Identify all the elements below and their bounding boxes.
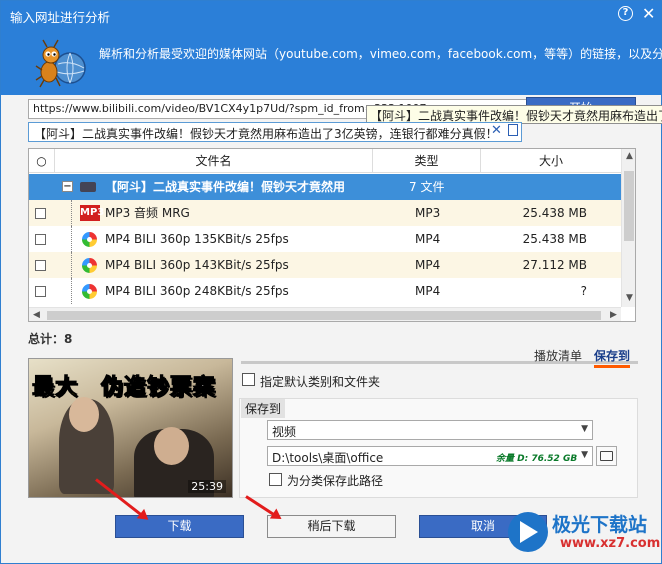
- file-name: MP3 音频 MRG: [105, 206, 190, 220]
- total-count: 总计：8: [28, 332, 73, 346]
- chevron-down-icon[interactable]: ▼: [581, 424, 588, 434]
- chevron-down-icon[interactable]: ▼: [581, 450, 588, 460]
- header-banner: 解析和分析最受欢迎的媒体网站（youtube.com，vimeo.com，fac…: [1, 29, 662, 95]
- file-name: MP4 BILI 360p 135KBit/s 25fps: [105, 232, 289, 246]
- file-list-table: ○ 文件名 类型 大小 − 【阿斗】二战真实事件改编！假钞天才竟然用 7 文件 …: [28, 148, 636, 322]
- file-size: 25.438 MB: [522, 232, 587, 246]
- file-size: 25.438 MB: [522, 206, 587, 220]
- thumbnail-headline: 最大 伪造钞票案: [31, 369, 216, 401]
- row-checkbox[interactable]: [35, 286, 46, 297]
- video-thumbnail: 最大 伪造钞票案 25:39: [28, 358, 233, 498]
- video-icon: [82, 258, 97, 273]
- download-button[interactable]: 下载: [115, 515, 244, 538]
- tree-line: [71, 278, 72, 304]
- file-size: ?: [580, 284, 587, 298]
- banner-description: 解析和分析最受欢迎的媒体网站（youtube.com，vimeo.com，fac…: [99, 47, 662, 61]
- specify-default-checkbox[interactable]: [242, 373, 255, 386]
- category-select[interactable]: 视频 ▼: [267, 420, 593, 440]
- browse-folder-button[interactable]: [596, 446, 617, 466]
- file-type: MP4: [415, 284, 441, 298]
- save-path-for-category-checkbox[interactable]: [269, 473, 282, 486]
- save-path-value: D:\tools\桌面\office: [272, 451, 384, 465]
- scroll-up-icon[interactable]: ▲: [622, 149, 635, 163]
- group-file-count: 7 文件: [409, 180, 445, 194]
- row-checkbox[interactable]: [35, 208, 46, 219]
- help-icon[interactable]: ?: [618, 6, 633, 21]
- tree-line: [71, 226, 72, 252]
- analyze-url-dialog: 输入网址进行分析 ? ✕ 解析和分析最受欢迎的媒体网站（youtube.com，…: [0, 0, 662, 564]
- file-size: 27.112 MB: [522, 258, 587, 272]
- table-row[interactable]: MP3 MP3 音频 MRG MP3 25.438 MB: [29, 200, 621, 226]
- thumbnail-figure: [154, 427, 189, 465]
- type-column-header[interactable]: 类型: [373, 149, 481, 173]
- window-title: 输入网址进行分析: [10, 10, 111, 25]
- title-bar: 输入网址进行分析 ? ✕: [1, 1, 661, 29]
- ant-logo-icon: [35, 39, 86, 88]
- watermark-url: www.xz7.com: [560, 536, 661, 551]
- download-later-button[interactable]: 稍后下载: [267, 515, 396, 538]
- tree-line: [71, 252, 72, 278]
- clear-title-icon[interactable]: ✕: [491, 123, 502, 138]
- save-path-select[interactable]: D:\tools\桌面\office 余量 D: 76.52 GB ▼: [267, 446, 593, 466]
- filename-column-header[interactable]: 文件名: [55, 149, 373, 173]
- scroll-right-icon[interactable]: ▶: [606, 308, 621, 321]
- computer-icon: [80, 182, 96, 192]
- annotation-arrow: [245, 495, 279, 519]
- file-name: MP4 BILI 360p 248KBit/s 25fps: [105, 284, 289, 298]
- group-name: 【阿斗】二战真实事件改编！假钞天才竟然用: [105, 180, 346, 194]
- table-header: ○ 文件名 类型 大小: [29, 149, 621, 173]
- close-icon[interactable]: ✕: [642, 4, 655, 23]
- watermark: 极光下载站 www.xz7.com: [508, 506, 662, 564]
- media-title-field[interactable]: 【阿斗】二战真实事件改编！假钞天才竟然用麻布造出了3亿英镑，连银行都难分真假！: [28, 122, 522, 142]
- video-icon: [82, 284, 97, 299]
- save-path-for-category-label: 为分类保存此路径: [287, 474, 384, 488]
- scroll-left-icon[interactable]: ◀: [29, 308, 44, 321]
- folder-icon: [600, 451, 613, 461]
- tree-line: [71, 200, 72, 226]
- file-name: MP4 BILI 360p 143KBit/s 25fps: [105, 258, 289, 272]
- save-to-group-title: 保存到: [241, 399, 286, 418]
- watermark-name: 极光下载站: [552, 514, 648, 536]
- horizontal-scrollbar[interactable]: ◀ ▶: [29, 307, 621, 321]
- row-checkbox[interactable]: [35, 234, 46, 245]
- watermark-logo-icon: [508, 512, 548, 552]
- video-duration: 25:39: [188, 480, 226, 493]
- file-type: MP4: [415, 232, 441, 246]
- tab-playlist[interactable]: 播放清单: [534, 347, 582, 364]
- tab-save-to[interactable]: 保存到: [594, 347, 631, 368]
- table-row[interactable]: MP4 BILI 360p 135KBit/s 25fps MP4 25.438…: [29, 226, 621, 252]
- thumbnail-headline-part2: 伪造钞票案: [100, 374, 216, 401]
- table-row[interactable]: MP4 BILI 360p 248KBit/s 25fps MP4 ?: [29, 278, 621, 304]
- row-checkbox[interactable]: [35, 260, 46, 271]
- table-row-group[interactable]: − 【阿斗】二战真实事件改编！假钞天才竟然用 7 文件: [29, 174, 621, 200]
- thumbnail-headline-part1: 最大: [31, 374, 79, 401]
- scroll-down-icon[interactable]: ▼: [622, 291, 635, 305]
- file-type: MP3: [415, 206, 441, 220]
- thumbnail-figure: [69, 397, 99, 432]
- specify-default-label: 指定默认类别和文件夹: [260, 375, 381, 389]
- table-row[interactable]: MP4 BILI 360p 143KBit/s 25fps MP4 27.112…: [29, 252, 621, 278]
- horizontal-scroll-thumb[interactable]: [47, 311, 601, 320]
- free-space-label: 余量 D: 76.52 GB: [496, 454, 578, 464]
- mp3-icon: MP3: [80, 205, 104, 221]
- vertical-scroll-thumb[interactable]: [624, 171, 634, 241]
- vertical-scrollbar[interactable]: ▲ ▼: [621, 149, 635, 307]
- category-value: 视频: [272, 425, 297, 439]
- size-column-header[interactable]: 大小: [481, 149, 621, 173]
- copy-title-icon[interactable]: [508, 124, 518, 136]
- select-all-column-header[interactable]: ○: [29, 149, 55, 173]
- video-icon: [82, 232, 97, 247]
- file-type: MP4: [415, 258, 441, 272]
- collapse-group-icon[interactable]: −: [62, 181, 73, 192]
